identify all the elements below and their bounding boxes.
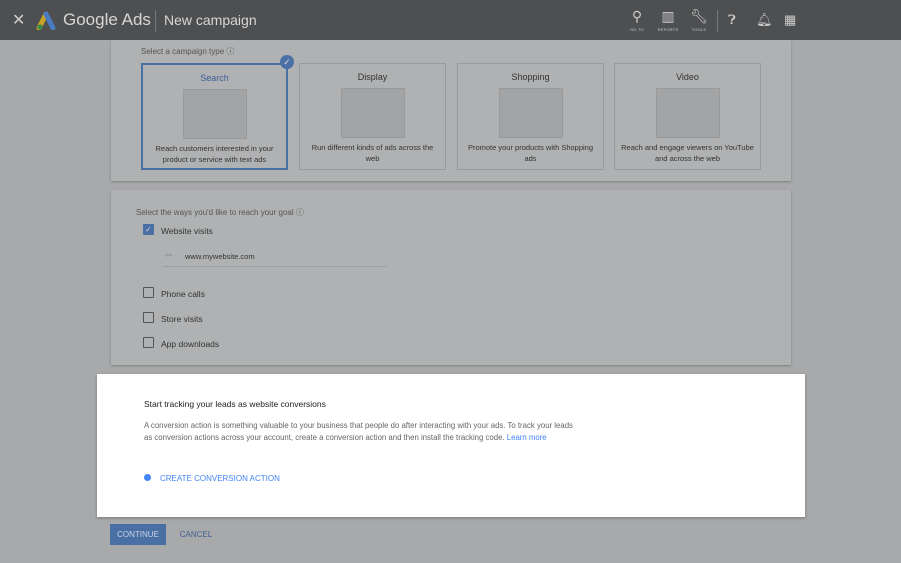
campaign-type-video[interactable]: Video Reach and engage viewers on YouTube… — [614, 63, 761, 170]
help-icon[interactable]: ❓︎ — [728, 12, 736, 28]
display-illustration — [340, 88, 405, 138]
create-conversion-action-button[interactable]: CREATE CONVERSION ACTION — [144, 474, 280, 483]
conversion-tracking-card: Start tracking your leads as website con… — [97, 374, 805, 517]
conversion-description: A conversion action is something valuabl… — [144, 421, 573, 442]
wrench-icon: 🔧︎ — [690, 8, 708, 24]
campaign-type-search[interactable]: Search Reach customers interested in your… — [141, 63, 288, 170]
store-visits-checkbox[interactable] — [143, 312, 154, 323]
help-icon: ⓘ — [226, 47, 235, 56]
conversion-title: Start tracking your leads as website con… — [144, 399, 326, 409]
page-title: New campaign — [164, 12, 257, 28]
help-icon: ⓘ — [295, 208, 304, 217]
phone-calls-checkbox[interactable] — [143, 287, 154, 298]
search-illustration — [182, 89, 247, 139]
website-url-input[interactable]: ⚯ www.mywebsite.com — [163, 247, 387, 267]
divider — [717, 10, 718, 32]
goals-card: Select the ways you'd like to reach your… — [111, 190, 791, 365]
tools-button[interactable]: 🔧︎ TOOLS — [684, 8, 714, 32]
website-visits-label: Website visits — [161, 226, 213, 236]
link-icon: ⚯ — [165, 251, 172, 260]
selected-check-icon: ✓ — [280, 55, 294, 69]
goals-label: Select the ways you'd like to reach your… — [136, 208, 304, 217]
learn-more-link[interactable]: Learn more — [507, 433, 547, 442]
continue-button[interactable]: CONTINUE — [110, 524, 166, 545]
brand-name: Google Ads — [63, 10, 151, 29]
app-downloads-checkbox[interactable] — [143, 337, 154, 348]
top-bar: ✕ Google Ads New campaign ⚲ GO TO ▥ REPORT… — [0, 0, 901, 40]
app-downloads-label: App downloads — [161, 339, 220, 349]
campaign-type-card: Select a campaign type ⓘ Search Reach cus… — [111, 40, 791, 181]
phone-calls-label: Phone calls — [161, 289, 205, 299]
store-visits-label: Store visits — [161, 314, 203, 324]
google-ads-logo — [36, 11, 56, 30]
search-icon: ⚲ — [631, 8, 643, 24]
website-visits-checkbox[interactable]: ✓ — [143, 224, 154, 235]
close-icon[interactable]: ✕ — [12, 10, 25, 30]
reports-icon: ▥ — [661, 8, 675, 24]
apps-icon[interactable]: ▦ — [784, 12, 796, 28]
campaign-type-display[interactable]: Display Run different kinds of ads across… — [299, 63, 446, 170]
video-illustration — [655, 88, 720, 138]
goto-button[interactable]: ⚲ GO TO — [622, 8, 652, 32]
shopping-illustration — [498, 88, 563, 138]
divider — [155, 10, 156, 32]
add-circle-icon — [144, 474, 151, 481]
reports-button[interactable]: ▥ REPORTS — [653, 8, 683, 32]
campaign-type-shopping[interactable]: Shopping Promote your products with Shopp… — [457, 63, 604, 170]
cancel-button[interactable]: CANCEL — [174, 524, 218, 545]
campaign-type-label: Select a campaign type ⓘ — [141, 47, 235, 56]
bell-icon[interactable]: 🔔︎ — [756, 12, 773, 28]
